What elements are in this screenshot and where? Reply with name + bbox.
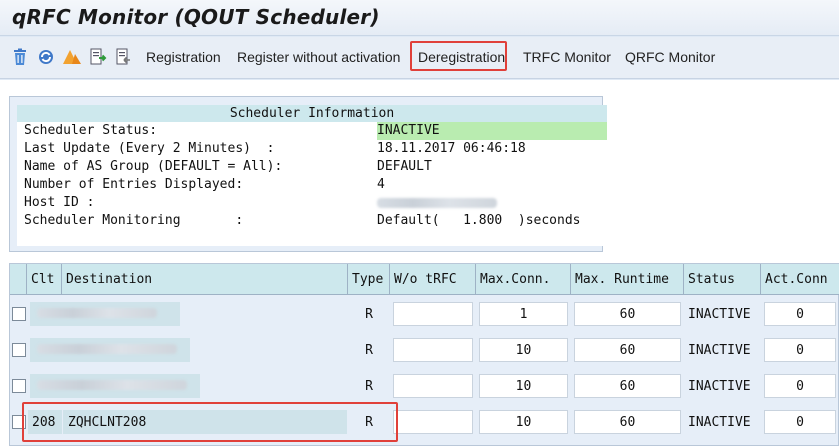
act-conn-cell[interactable]: 0 (764, 410, 836, 434)
doc-back-icon[interactable] (114, 47, 134, 67)
info-row-host-id: Host ID : (17, 194, 607, 212)
redacted-text (377, 198, 497, 208)
row-select-checkbox[interactable] (12, 343, 26, 357)
max-conn-cell[interactable]: 10 (479, 374, 568, 398)
info-label: Scheduler Monitoring : (24, 213, 244, 228)
row-select-checkbox[interactable] (12, 307, 26, 321)
status-cell: INACTIVE (688, 415, 751, 430)
col-header-clt[interactable]: Clt (27, 264, 62, 295)
doc-forward-icon[interactable] (88, 47, 108, 67)
max-conn-cell[interactable]: 10 (479, 410, 568, 434)
scheduler-info-body: Scheduler Status: INACTIVE Last Update (… (17, 122, 607, 246)
table-row[interactable]: R 10 60 INACTIVE 0 (10, 368, 839, 404)
col-header-destination[interactable]: Destination (62, 264, 348, 295)
max-runtime-cell[interactable]: 60 (574, 338, 681, 362)
info-row-monitoring: Scheduler Monitoring : Default( 1.800 )s… (17, 212, 607, 230)
trash-icon[interactable] (10, 47, 30, 67)
status-cell: INACTIVE (688, 343, 751, 358)
scheduler-info-panel: Scheduler Information Scheduler Status: … (9, 96, 607, 252)
max-runtime-cell[interactable]: 60 (574, 410, 681, 434)
col-header-max-conn[interactable]: Max.Conn. (476, 264, 571, 295)
host-id-value (377, 194, 607, 212)
col-header-act-conn[interactable]: Act.Conn (761, 264, 839, 295)
select-all-header[interactable] (10, 264, 27, 295)
act-conn-cell[interactable]: 0 (764, 338, 836, 362)
status-cell: INACTIVE (688, 307, 751, 322)
toolbar: Registration Register without activation… (0, 37, 839, 79)
type-cell: R (365, 379, 373, 394)
col-header-wo-trfc[interactable]: W/o tRFC (390, 264, 476, 295)
info-row-as-group: Name of AS Group (DEFAULT = All): DEFAUL… (17, 158, 607, 176)
act-conn-cell[interactable]: 0 (764, 374, 836, 398)
info-label: Name of AS Group (DEFAULT = All): (24, 159, 283, 174)
wo-trfc-cell[interactable] (393, 374, 473, 398)
alert-icon[interactable] (62, 47, 82, 67)
info-row-status: Scheduler Status: INACTIVE (17, 122, 607, 140)
info-label: Scheduler Status: (24, 123, 158, 138)
page-title: qRFC Monitor (QOUT Scheduler) (12, 5, 380, 29)
max-runtime-cell[interactable]: 60 (574, 302, 681, 326)
wo-trfc-cell[interactable] (393, 302, 473, 326)
info-row-entries: Number of Entries Displayed: 4 (17, 176, 607, 194)
wo-trfc-cell[interactable] (393, 410, 473, 434)
info-label: Number of Entries Displayed: (24, 177, 244, 192)
main-area: Scheduler Information Scheduler Status: … (0, 80, 839, 446)
max-conn-cell[interactable]: 1 (479, 302, 568, 326)
info-row-last-update: Last Update (Every 2 Minutes) : 18.11.20… (17, 140, 607, 158)
table-row[interactable]: R 10 60 INACTIVE 0 (10, 332, 839, 368)
deregistration-highlight (410, 41, 507, 71)
as-group-value: DEFAULT (377, 159, 432, 174)
act-conn-cell[interactable]: 0 (764, 302, 836, 326)
table-row[interactable]: 208 ZQHCLNT208 R 10 60 INACTIVE 0 (10, 402, 839, 442)
scheduler-info-heading: Scheduler Information (17, 105, 607, 122)
max-runtime-cell[interactable]: 60 (574, 374, 681, 398)
register-without-activation-button[interactable]: Register without activation (237, 49, 400, 65)
row-select-checkbox[interactable] (12, 379, 26, 393)
registration-button[interactable]: Registration (146, 49, 221, 65)
type-cell: R (365, 307, 373, 322)
col-header-status[interactable]: Status (684, 264, 761, 295)
row-highlight (22, 402, 398, 442)
scheduler-status-value: INACTIVE (377, 122, 607, 140)
info-label: Last Update (Every 2 Minutes) : (24, 141, 275, 156)
info-label: Host ID : (24, 195, 95, 210)
qrfc-monitor-button[interactable]: QRFC Monitor (625, 49, 715, 65)
table-row[interactable]: R 1 60 INACTIVE 0 (10, 296, 839, 332)
col-header-type[interactable]: Type (348, 264, 390, 295)
destination-table: Clt Destination Type W/o tRFC Max.Conn. … (9, 263, 839, 446)
title-bar: qRFC Monitor (QOUT Scheduler) (0, 0, 839, 36)
type-cell: R (365, 343, 373, 358)
col-header-max-runtime[interactable]: Max. Runtime (571, 264, 684, 295)
last-update-value: 18.11.2017 06:46:18 (377, 141, 526, 156)
trfc-monitor-button[interactable]: TRFC Monitor (523, 49, 611, 65)
max-conn-cell[interactable]: 10 (479, 338, 568, 362)
refresh-icon[interactable] (36, 47, 56, 67)
status-cell: INACTIVE (688, 379, 751, 394)
monitoring-value: Default( 1.800 )seconds (377, 213, 581, 228)
destination-cell-redacted (30, 374, 200, 398)
entries-count-value: 4 (377, 177, 385, 192)
destination-cell-redacted (30, 302, 180, 326)
wo-trfc-cell[interactable] (393, 338, 473, 362)
destination-cell-redacted (30, 338, 190, 362)
